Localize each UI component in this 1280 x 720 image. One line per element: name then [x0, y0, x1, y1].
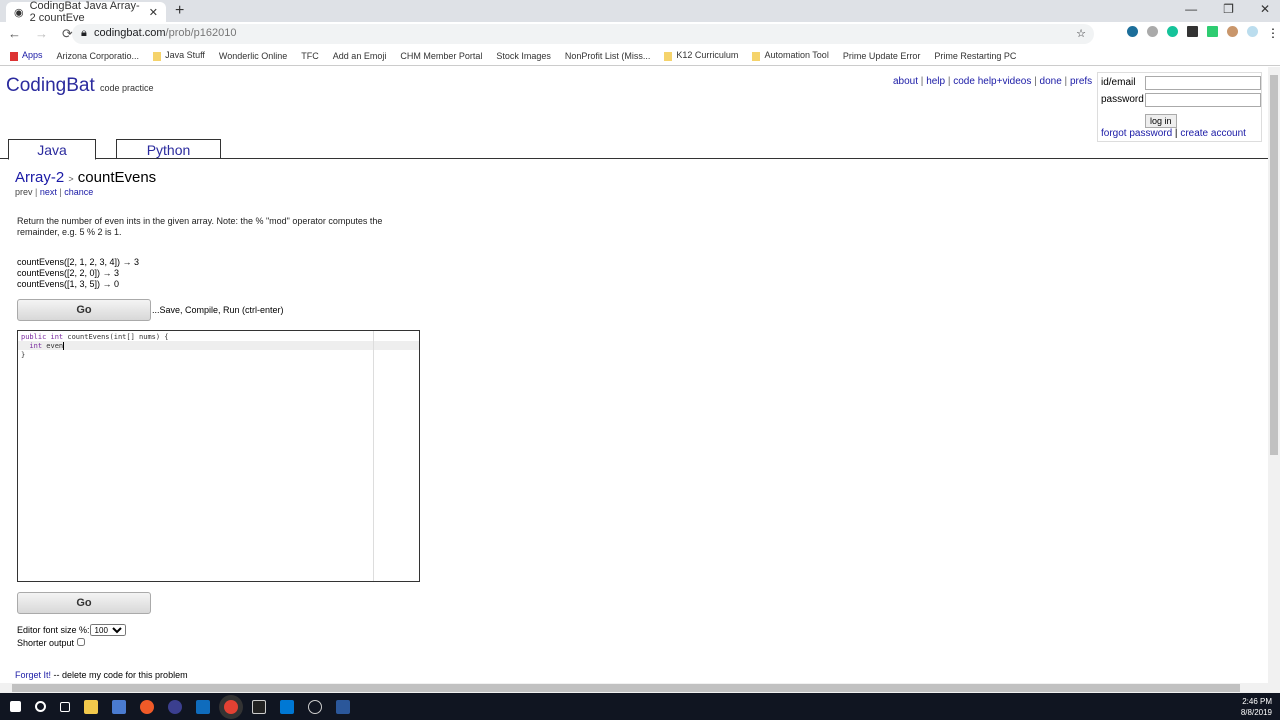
bookmark[interactable]: Prime Restarting PC	[934, 51, 1016, 61]
go-button[interactable]: Go	[17, 299, 151, 321]
forget-row: Forget It! -- delete my code for this pr…	[15, 670, 188, 680]
new-tab-button[interactable]: +	[175, 2, 184, 20]
extension-icon[interactable]	[1187, 26, 1198, 37]
site-logo[interactable]: CodingBat code practice	[6, 75, 154, 97]
extension-icon[interactable]	[1207, 26, 1218, 37]
eclipse-icon[interactable]	[168, 699, 182, 714]
font-size-select[interactable]: 100	[89, 624, 126, 636]
profile-icon[interactable]	[1247, 26, 1258, 37]
forgot-password-link[interactable]: forgot password	[1101, 128, 1172, 139]
browser-toolbar: ← → ⟳ 🔒︎ codingbat.com/prob/p162010 ☆ ⋮	[0, 22, 1280, 46]
tab-strip: ◉ CodingBat Java Array-2 countEve ✕ + — ❐ ✕	[0, 0, 1280, 24]
bookmarks-bar: Apps Arizona Corporatio... Java Stuff Wo…	[0, 46, 1280, 66]
create-account-link[interactable]: create account	[1180, 128, 1246, 139]
top-links: about | help | code help+videos | done |…	[893, 76, 1093, 87]
bookmark[interactable]: CHM Member Portal	[400, 51, 482, 61]
bookmark[interactable]: Java Stuff	[153, 50, 205, 61]
clock[interactable]: 2:46 PM 8/8/2019	[1241, 696, 1272, 718]
bookmark[interactable]: Wonderlic Online	[219, 51, 287, 61]
run-hint: ...Save, Compile, Run (ctrl-enter)	[152, 305, 284, 315]
star-icon[interactable]: ☆	[1076, 27, 1086, 40]
lock-icon: 🔒︎	[81, 27, 87, 39]
outlook-icon[interactable]	[196, 699, 210, 714]
extension-icon[interactable]	[1147, 26, 1158, 37]
page-content: CodingBat code practice about | help | c…	[0, 67, 1268, 683]
taskbar: 2:46 PM 8/8/2019	[0, 693, 1280, 720]
grammarly-icon[interactable]	[1167, 26, 1178, 37]
extension-icon[interactable]	[1127, 26, 1138, 37]
problem-description: Return the number of even ints in the gi…	[17, 216, 383, 237]
extensions: ⋮	[1127, 26, 1279, 40]
bookmark[interactable]: Stock Images	[496, 51, 551, 61]
login-button[interactable]: log in	[1145, 114, 1177, 128]
bookmark[interactable]: Arizona Corporatio...	[57, 51, 140, 61]
help-link[interactable]: help	[926, 76, 945, 87]
tab-title: CodingBat Java Array-2 countEve	[29, 0, 140, 24]
tagline: code practice	[100, 83, 154, 93]
prefs-link[interactable]: prefs	[1070, 76, 1092, 87]
url-host: codingbat.com	[94, 27, 166, 39]
word-icon[interactable]	[336, 699, 350, 714]
app-icon[interactable]	[112, 699, 126, 714]
next-link[interactable]: next	[40, 187, 57, 197]
login-box: id/email password log in forgot password…	[1097, 72, 1262, 142]
bookmark[interactable]: Automation Tool	[752, 50, 829, 61]
terminal-icon[interactable]	[252, 699, 266, 714]
url-path: /prob/p162010	[165, 27, 237, 39]
vertical-scrollbar[interactable]	[1268, 67, 1280, 683]
example: countEvens([2, 2, 0]) → 3	[17, 268, 120, 278]
close-window-icon[interactable]: ✕	[1260, 2, 1270, 16]
windows-start-icon[interactable]	[10, 701, 21, 712]
example: countEvens([1, 3, 5]) → 0	[17, 279, 120, 289]
shorter-output-checkbox[interactable]	[76, 638, 85, 646]
tab-python[interactable]: Python	[116, 139, 221, 159]
tab-java[interactable]: Java	[8, 139, 96, 160]
code-help-link[interactable]: code help+videos	[953, 76, 1031, 87]
bookmark[interactable]: K12 Curriculum	[664, 50, 738, 61]
chrome-icon[interactable]	[224, 699, 238, 714]
forward-icon[interactable]: →	[35, 26, 48, 42]
bookmark[interactable]: Apps	[10, 50, 43, 61]
vscode-icon[interactable]	[280, 699, 294, 714]
address-bar[interactable]: 🔒︎ codingbat.com/prob/p162010 ☆	[72, 24, 1094, 44]
font-size-option: Editor font size %: 100	[17, 624, 126, 636]
go-button-bottom[interactable]: Go	[17, 592, 151, 614]
example: countEvens([2, 1, 2, 3, 4]) → 3	[17, 257, 140, 267]
about-link[interactable]: about	[893, 76, 918, 87]
globe-icon: ◉	[14, 6, 24, 19]
chance-link[interactable]: chance	[64, 187, 93, 197]
app-icon[interactable]	[140, 699, 154, 714]
bookmark[interactable]: Prime Update Error	[843, 51, 921, 61]
bookmark[interactable]: NonProfit List (Miss...	[565, 51, 651, 61]
password-input[interactable]	[1145, 93, 1261, 107]
bookmark[interactable]: Add an Emoji	[333, 51, 387, 61]
forget-it-link[interactable]: Forget It!	[15, 670, 51, 680]
minimize-icon[interactable]: —	[1185, 2, 1197, 16]
breadcrumb: Array-2 > countEvens	[15, 169, 157, 186]
github-icon[interactable]	[308, 699, 322, 714]
shorter-output-option: Shorter output	[17, 638, 85, 648]
task-view-icon[interactable]	[60, 701, 70, 712]
category-link[interactable]: Array-2	[15, 169, 64, 186]
horizontal-scrollbar[interactable]	[0, 683, 1280, 693]
examples: countEvens([2, 1, 2, 3, 4]) → 3 countEve…	[17, 257, 139, 290]
code-editor[interactable]: public int countEvens(int[] nums) { int …	[17, 330, 420, 582]
problem-nav: prev | next | chance	[15, 187, 94, 197]
close-tab-icon[interactable]: ✕	[149, 6, 158, 19]
done-link[interactable]: done	[1040, 76, 1062, 87]
id-label: id/email	[1101, 77, 1136, 88]
browser-tab[interactable]: ◉ CodingBat Java Array-2 countEve ✕	[6, 0, 166, 24]
prev-link[interactable]: prev	[15, 187, 33, 197]
id-email-input[interactable]	[1145, 76, 1261, 90]
file-explorer-icon[interactable]	[84, 699, 98, 714]
back-icon[interactable]: ←	[8, 26, 21, 42]
restore-icon[interactable]: ❐	[1223, 2, 1234, 16]
extension-icon[interactable]	[1227, 26, 1238, 37]
problem-title: countEvens	[77, 169, 157, 186]
menu-icon[interactable]: ⋮	[1267, 26, 1279, 40]
password-label: password	[1101, 94, 1144, 105]
bookmark[interactable]: TFC	[301, 51, 319, 61]
search-icon[interactable]	[35, 701, 46, 712]
